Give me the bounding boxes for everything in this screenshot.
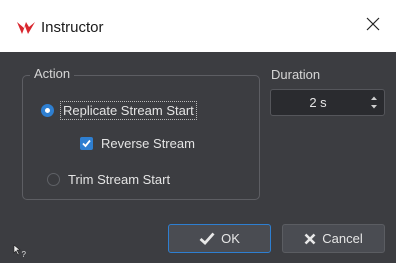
spin-arrows-icon[interactable]	[370, 95, 378, 110]
svg-text:?: ?	[22, 250, 27, 258]
instructor-dialog: Instructor Action Replicate Stream Start…	[0, 0, 396, 263]
ok-button[interactable]: OK	[168, 224, 271, 253]
checkmark-icon	[82, 139, 91, 148]
whats-this-help-icon[interactable]: ?	[13, 244, 29, 259]
radio-unselected[interactable]	[47, 173, 60, 186]
ok-label: OK	[221, 231, 240, 246]
reverse-stream-label: Reverse Stream	[101, 136, 195, 151]
duration-value[interactable]: 2 s	[271, 90, 365, 115]
trim-stream-start-option[interactable]: Trim Stream Start	[47, 172, 170, 187]
duration-label: Duration	[271, 67, 321, 82]
trim-stream-start-label: Trim Stream Start	[68, 172, 171, 187]
cancel-button[interactable]: Cancel	[282, 224, 385, 253]
check-icon	[199, 232, 215, 245]
window-title: Instructor	[41, 19, 104, 36]
close-icon	[366, 17, 380, 36]
action-group-title: Action	[30, 66, 75, 81]
radio-selected[interactable]	[41, 104, 54, 117]
cancel-label: Cancel	[322, 231, 363, 246]
replicate-stream-start-label: Replicate Stream Start	[60, 101, 197, 120]
reverse-stream-checkbox[interactable]	[80, 137, 93, 150]
instructor-logo-icon	[16, 20, 36, 36]
title-bar: Instructor	[0, 0, 396, 52]
replicate-stream-start-option[interactable]: Replicate Stream Start	[41, 101, 197, 120]
x-icon	[304, 233, 316, 244]
close-button[interactable]	[350, 0, 396, 52]
dialog-body: Action Replicate Stream Start Reverse St…	[0, 52, 396, 263]
reverse-stream-option[interactable]: Reverse Stream	[80, 136, 195, 151]
duration-spinbox[interactable]: 2 s	[270, 89, 385, 116]
